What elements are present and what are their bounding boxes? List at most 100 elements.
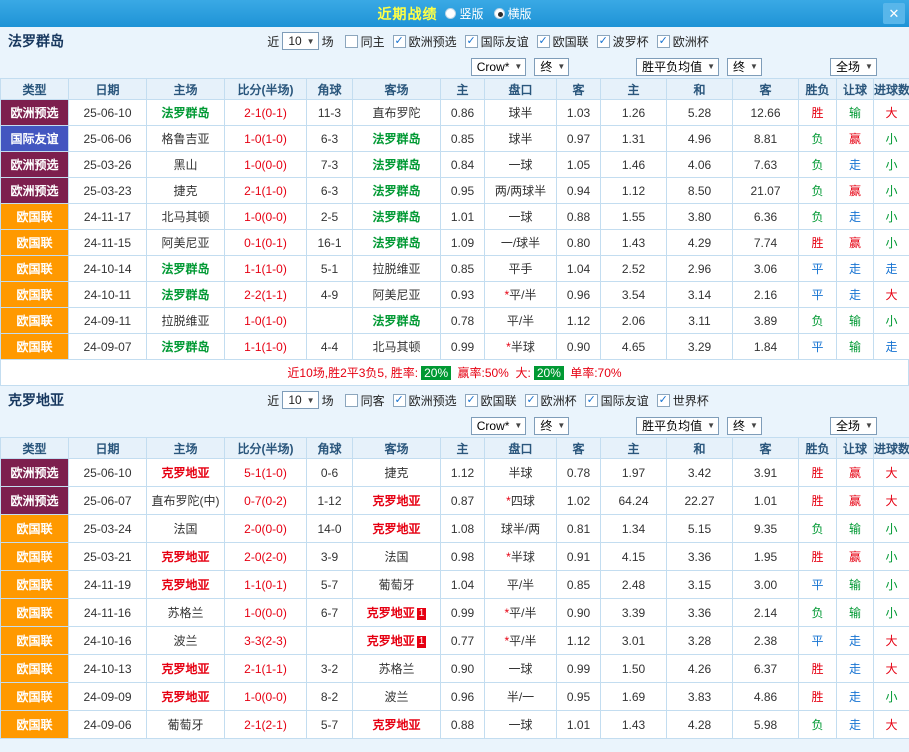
result-handicap: 走 <box>837 152 874 178</box>
competition-checkbox[interactable]: ✓ 欧洲预选 <box>393 33 457 50</box>
competition-checkbox[interactable]: ✓ 欧洲杯 <box>657 33 709 50</box>
match-date: 24-09-09 <box>69 683 147 711</box>
asian-away-odds: 0.91 <box>557 543 601 571</box>
asian-handicap: 半/一 <box>485 683 557 711</box>
corners: 16-1 <box>307 230 353 256</box>
section-faroe-islands: 法罗群岛 近 10 ▼ 场 ✓ 同主 ✓ 欧洲预选 <box>0 27 909 386</box>
asian-home-odds: 0.88 <box>441 711 485 739</box>
match-date: 25-06-10 <box>69 459 147 487</box>
euro-draw-odds: 8.50 <box>667 178 733 204</box>
match-row: 欧洲预选 25-03-26 黑山 1-0(0-0) 7-3 法罗群岛 0.84 … <box>1 152 909 178</box>
result-goals: 大 <box>874 711 909 739</box>
result-goals: 小 <box>874 515 909 543</box>
asian-home-odds: 0.85 <box>441 126 485 152</box>
dropdown-arrow-icon: ▼ <box>707 421 715 430</box>
scope-select[interactable]: 全场▼ <box>830 58 877 76</box>
result-handicap: 赢 <box>837 543 874 571</box>
euro-away-odds: 3.06 <box>733 256 799 282</box>
euro-home-odds: 1.26 <box>601 100 667 126</box>
same-venue-checkbox[interactable]: ✓ 同客 <box>345 392 385 409</box>
result-wdl: 平 <box>799 256 837 282</box>
corners: 1-12 <box>307 487 353 515</box>
score: 1-0(0-0) <box>225 683 307 711</box>
result-goals: 大 <box>874 459 909 487</box>
scope-select[interactable]: 全场▼ <box>830 417 877 435</box>
euro-away-odds: 12.66 <box>733 100 799 126</box>
match-row: 欧国联 24-09-07 法罗群岛 1-1(1-0) 4-4 北马其顿 0.99… <box>1 334 909 360</box>
result-wdl: 平 <box>799 334 837 360</box>
euro-draw-odds: 2.96 <box>667 256 733 282</box>
euro-home-odds: 1.43 <box>601 230 667 256</box>
match-type: 欧国联 <box>1 334 69 360</box>
away-team: 克罗地亚 <box>353 515 441 543</box>
radio-icon[interactable] <box>445 8 456 19</box>
result-goals: 小 <box>874 204 909 230</box>
near-count-select[interactable]: 10 ▼ <box>282 32 318 50</box>
result-wdl: 负 <box>799 515 837 543</box>
corners: 6-3 <box>307 178 353 204</box>
euro-stage-select[interactable]: 终▼ <box>727 58 762 76</box>
competition-checkbox[interactable]: ✓ 欧洲预选 <box>393 392 457 409</box>
competition-checkbox[interactable]: ✓ 世界杯 <box>657 392 709 409</box>
asian-home-odds: 0.99 <box>441 334 485 360</box>
corners: 8-2 <box>307 683 353 711</box>
near-label: 近 <box>267 33 279 50</box>
layout-radio-option[interactable]: 竖版 <box>445 5 483 22</box>
euro-draw-odds: 3.14 <box>667 282 733 308</box>
corners: 3-9 <box>307 543 353 571</box>
asian-handicap: *平/半 <box>485 627 557 655</box>
near-count-select[interactable]: 10 ▼ <box>282 391 318 409</box>
odds-stage-select[interactable]: 终▼ <box>534 417 569 435</box>
score: 1-1(0-1) <box>225 571 307 599</box>
competition-checkbox[interactable]: ✓ 欧洲杯 <box>525 392 577 409</box>
euro-odds-select[interactable]: 胜平负均值▼ <box>636 58 719 76</box>
bookmaker-select[interactable]: Crow*▼ <box>471 417 527 435</box>
competition-checkbox[interactable]: ✓ 欧国联 <box>537 33 589 50</box>
col-header: 让球 <box>837 438 874 459</box>
check-icon: ✓ <box>527 395 536 406</box>
competition-checkbox[interactable]: ✓ 国际友谊 <box>585 392 649 409</box>
checkbox-icon: ✓ <box>657 394 670 407</box>
competition-checkbox[interactable]: ✓ 波罗杯 <box>597 33 649 50</box>
match-row: 欧国联 24-11-15 阿美尼亚 0-1(0-1) 16-1 法罗群岛 1.0… <box>1 230 909 256</box>
match-row: 欧国联 24-09-06 葡萄牙 2-1(2-1) 5-7 克罗地亚 0.88 … <box>1 711 909 739</box>
match-row: 欧国联 24-10-16 波兰 3-3(2-3) 克罗地亚1 0.77 *平/半… <box>1 627 909 655</box>
col-header: 日期 <box>69 79 147 100</box>
euro-home-odds: 1.50 <box>601 655 667 683</box>
match-date: 25-06-10 <box>69 100 147 126</box>
home-team: 直布罗陀(中) <box>147 487 225 515</box>
asian-home-odds: 1.01 <box>441 204 485 230</box>
away-team: 法罗群岛 <box>353 126 441 152</box>
euro-draw-odds: 4.96 <box>667 126 733 152</box>
section-header: 法罗群岛 近 10 ▼ 场 ✓ 同主 ✓ 欧洲预选 <box>0 27 909 55</box>
radio-icon[interactable] <box>494 8 505 19</box>
home-team: 格鲁吉亚 <box>147 126 225 152</box>
result-goals: 走 <box>874 334 909 360</box>
close-icon[interactable]: ✕ <box>883 3 905 24</box>
odds-stage-select[interactable]: 终▼ <box>534 58 569 76</box>
competition-checkbox[interactable]: ✓ 欧国联 <box>465 392 517 409</box>
same-venue-checkbox[interactable]: ✓ 同主 <box>345 33 385 50</box>
checkbox-icon: ✓ <box>465 35 478 48</box>
asian-handicap: 两/两球半 <box>485 178 557 204</box>
match-type: 欧洲预选 <box>1 178 69 204</box>
asian-handicap: 半球 <box>485 459 557 487</box>
euro-home-odds: 64.24 <box>601 487 667 515</box>
euro-home-odds: 2.52 <box>601 256 667 282</box>
bookmaker-select[interactable]: Crow*▼ <box>471 58 527 76</box>
layout-radio-option[interactable]: 横版 <box>494 5 532 22</box>
col-header: 主 <box>441 438 485 459</box>
asian-away-odds: 1.12 <box>557 308 601 334</box>
asian-away-odds: 1.02 <box>557 487 601 515</box>
home-team: 克罗地亚 <box>147 571 225 599</box>
score: 0-1(0-1) <box>225 230 307 256</box>
col-header: 类型 <box>1 79 69 100</box>
layout-radio-group: 竖版 横版 <box>445 5 531 22</box>
euro-odds-select[interactable]: 胜平负均值▼ <box>636 417 719 435</box>
euro-draw-odds: 3.80 <box>667 204 733 230</box>
asian-home-odds: 0.77 <box>441 627 485 655</box>
home-team: 克罗地亚 <box>147 655 225 683</box>
match-type: 欧国联 <box>1 308 69 334</box>
euro-stage-select[interactable]: 终▼ <box>727 417 762 435</box>
competition-checkbox[interactable]: ✓ 国际友谊 <box>465 33 529 50</box>
